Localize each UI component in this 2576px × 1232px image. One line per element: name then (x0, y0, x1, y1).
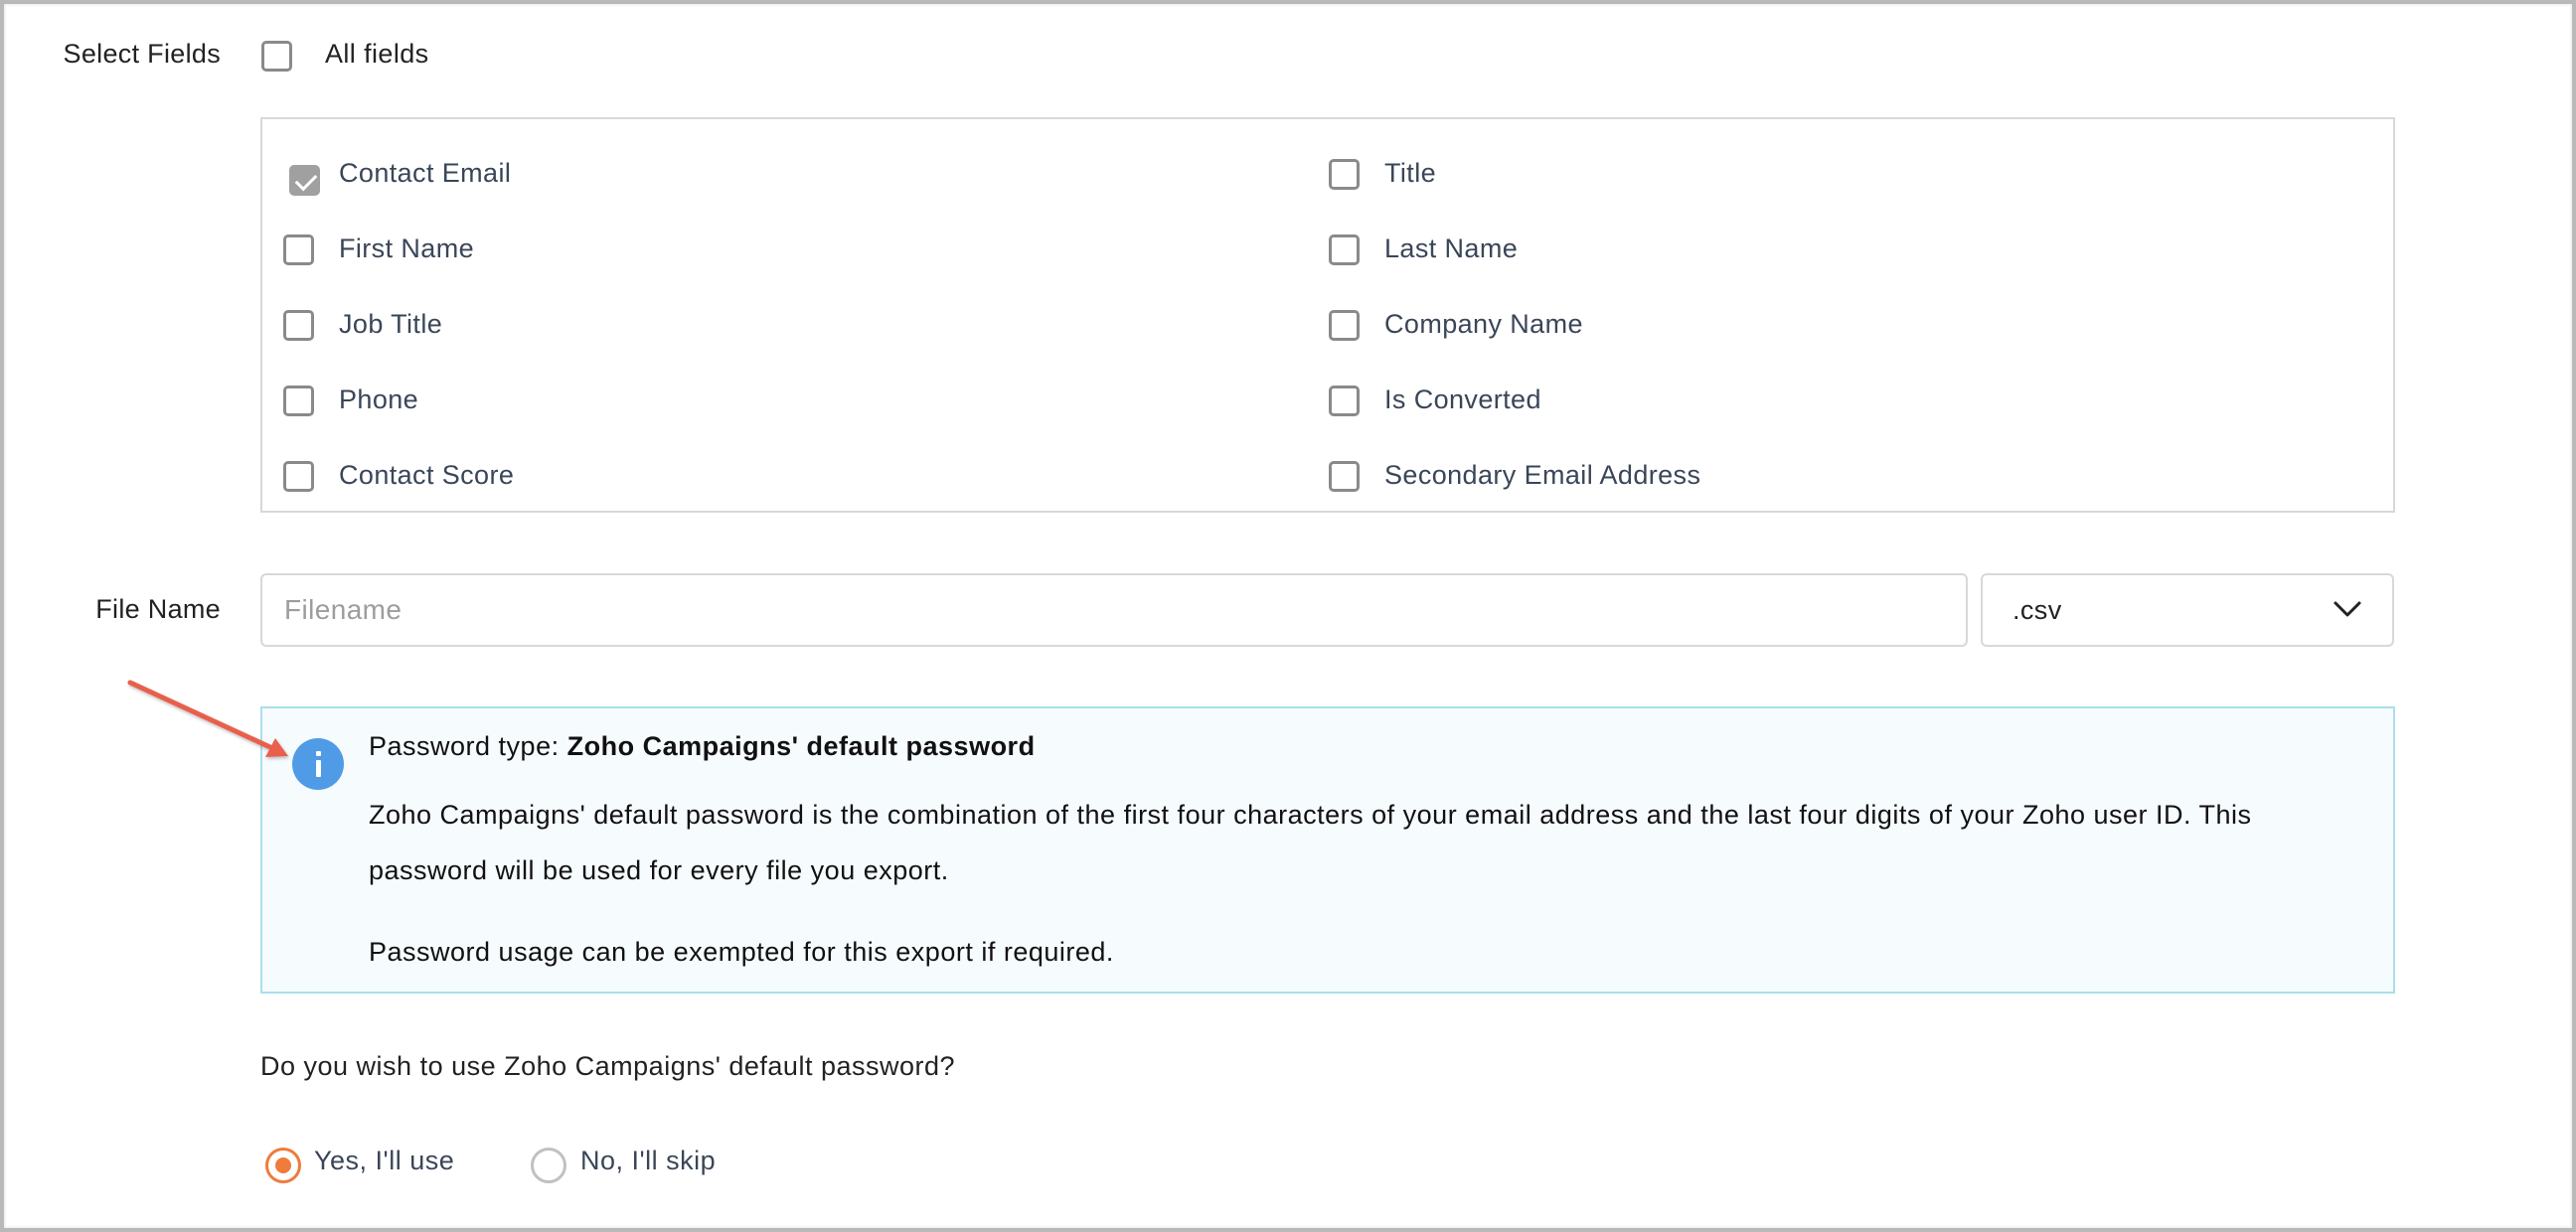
password-info-description: Zoho Campaigns' default password is the … (369, 800, 2252, 885)
field-checkbox-company-name[interactable] (1329, 310, 1360, 341)
radio-no-skip-label[interactable]: No, I'll skip (580, 1146, 716, 1176)
all-fields-checkbox[interactable] (261, 41, 292, 72)
annotation-arrow-icon (127, 680, 288, 757)
field-checkbox-last-name[interactable] (1329, 234, 1360, 265)
field-checkbox-title[interactable] (1329, 159, 1360, 190)
default-password-question: Do you wish to use Zoho Campaigns' defau… (260, 1051, 956, 1081)
file-extension-select[interactable]: .csv (1981, 573, 2394, 647)
fields-list (260, 117, 2395, 513)
field-label-job-title[interactable]: Job Title (339, 309, 442, 340)
field-checkbox-job-title[interactable] (283, 310, 314, 341)
radio-yes-use-label[interactable]: Yes, I'll use (314, 1146, 454, 1176)
field-label-title[interactable]: Title (1384, 158, 1436, 189)
password-type-heading: Password type: Zoho Campaigns' default p… (369, 731, 1036, 762)
field-checkbox-contact-score[interactable] (283, 461, 314, 492)
field-label-secondary-email[interactable]: Secondary Email Address (1384, 460, 1700, 491)
field-checkbox-phone[interactable] (283, 385, 314, 416)
all-fields-label[interactable]: All fields (325, 39, 429, 70)
field-label-company-name[interactable]: Company Name (1384, 309, 1583, 340)
field-label-phone[interactable]: Phone (339, 385, 418, 415)
chevron-down-icon (2334, 601, 2361, 617)
radio-yes-use[interactable] (265, 1148, 301, 1183)
field-label-contact-score[interactable]: Contact Score (339, 460, 514, 491)
field-checkbox-contact-email (289, 165, 320, 196)
select-fields-label: Select Fields (63, 39, 221, 69)
radio-no-skip[interactable] (531, 1148, 566, 1183)
password-type-prefix: Password type: (369, 731, 567, 761)
field-checkbox-secondary-email[interactable] (1329, 461, 1360, 492)
password-type-value: Zoho Campaigns' default password (566, 731, 1036, 761)
password-exemption-note: Password usage can be exempted for this … (369, 937, 1114, 967)
filename-input[interactable] (260, 573, 1968, 647)
field-label-last-name[interactable]: Last Name (1384, 233, 1518, 264)
field-label-first-name[interactable]: First Name (339, 233, 474, 264)
field-label-contact-email: Contact Email (339, 158, 512, 188)
field-checkbox-first-name[interactable] (283, 234, 314, 265)
field-label-is-converted[interactable]: Is Converted (1384, 385, 1541, 415)
field-checkbox-is-converted[interactable] (1329, 385, 1360, 416)
file-name-label: File Name (95, 594, 221, 624)
export-panel: Select Fields All fields Contact Email F… (0, 0, 2576, 1232)
file-extension-value: .csv (2012, 595, 2062, 625)
